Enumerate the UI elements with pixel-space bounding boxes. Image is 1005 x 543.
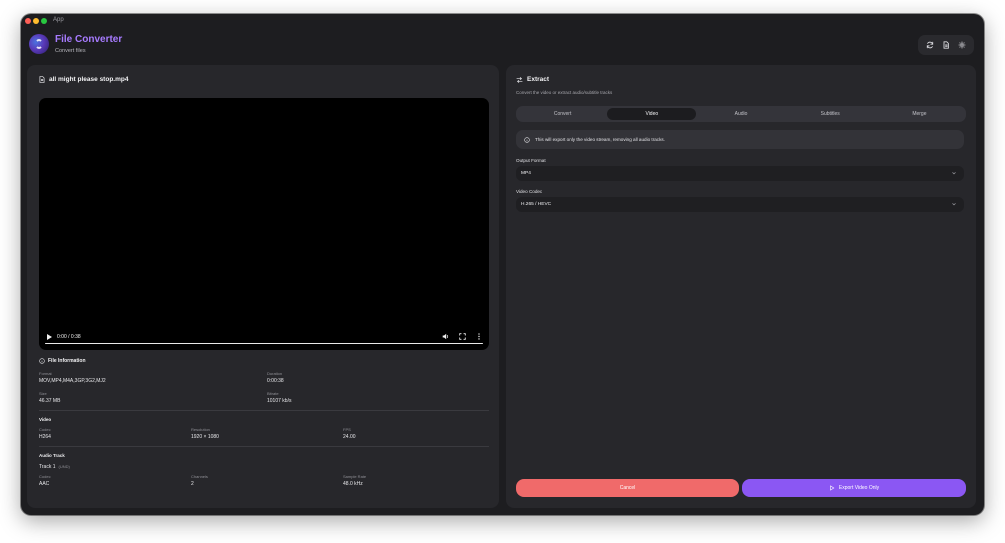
tab-merge[interactable]: Merge: [875, 108, 964, 120]
output-format-select[interactable]: MP4: [516, 166, 964, 181]
chevron-down-icon: [952, 172, 956, 175]
app-window: App File Converter Convert files all mig…: [21, 14, 984, 515]
tab-subtitles[interactable]: Subtitles: [786, 108, 875, 120]
tab-convert[interactable]: Convert: [518, 108, 607, 120]
audio-codec-info: Codec AAC: [39, 474, 51, 487]
tab-video[interactable]: Video: [607, 108, 697, 120]
divider: [39, 410, 489, 411]
video-section-heading: Video: [39, 417, 52, 422]
video-codec-select[interactable]: H.265 / HEVC: [516, 197, 964, 212]
info-bitrate: Bitrate 10107 kb/s: [267, 391, 292, 404]
maximize-window-button[interactable]: [41, 18, 47, 24]
output-format-label: Output Format: [516, 158, 546, 163]
tab-audio[interactable]: Audio: [696, 108, 785, 120]
file-icon: [39, 76, 45, 83]
info-duration: Duration 0:00:38: [267, 371, 284, 384]
swap-icon: [516, 76, 523, 83]
export-video-label: Export Video Only: [838, 485, 880, 491]
divider: [39, 446, 489, 447]
file-name: all might please stop.mp4: [49, 76, 129, 83]
file-information-heading: File Information: [39, 358, 86, 364]
gear-icon[interactable]: [956, 39, 968, 51]
info-format: Format MOV,MP4,M4A,3GP,3G2,MJ2: [39, 371, 106, 384]
document-icon[interactable]: [940, 39, 952, 51]
video-codec-info: Codec H264: [39, 427, 51, 440]
extract-panel: Extract Convert the video or extract aud…: [506, 65, 976, 508]
seek-bar[interactable]: [45, 342, 483, 344]
video-codec-label: Video Codec: [516, 189, 543, 194]
info-notice: This will export only the video stream, …: [516, 130, 964, 149]
volume-icon[interactable]: [442, 333, 449, 340]
file-title: all might please stop.mp4: [39, 76, 128, 83]
close-window-button[interactable]: [25, 18, 31, 24]
info-size: Size 46.37 MB: [39, 391, 61, 404]
info-icon: [39, 358, 45, 364]
video-time: 0:00 / 0:38: [57, 334, 81, 340]
audio-sample-rate-info: Sample Rate 48.0 kHz: [343, 474, 367, 487]
cancel-button[interactable]: Cancel: [516, 479, 739, 497]
app-header: File Converter Convert files: [21, 30, 984, 70]
play-outline-icon: [830, 485, 835, 491]
refresh-icon[interactable]: [924, 39, 936, 51]
app-subtitle: Convert files: [55, 48, 86, 54]
notice-text: This will export only the video stream, …: [535, 137, 665, 142]
audio-track-heading: Audio Track: [39, 453, 65, 458]
header-actions: [918, 35, 974, 55]
minimize-window-button[interactable]: [33, 18, 39, 24]
video-fps-info: FPS 24.00: [343, 427, 356, 440]
video-player[interactable]: 0:00 / 0:38: [39, 98, 489, 350]
extract-heading: Extract: [516, 76, 549, 83]
audio-channels-info: Channels 2: [191, 474, 208, 487]
video-codec-value: H.265 / HEVC: [521, 202, 552, 207]
output-format-value: MP4: [521, 171, 531, 176]
extract-tabs: Convert Video Audio Subtitles Merge: [516, 106, 966, 122]
more-options-icon[interactable]: [477, 333, 481, 340]
chevron-down-icon: [952, 203, 956, 206]
app-logo-icon: [29, 34, 49, 54]
title-bar: App: [21, 14, 984, 26]
play-icon[interactable]: [47, 334, 52, 340]
extract-subtitle: Convert the video or extract audio/subti…: [516, 90, 613, 95]
export-video-button[interactable]: Export Video Only: [742, 479, 966, 497]
video-resolution-info: Resolution 1920 × 1080: [191, 427, 219, 440]
fullscreen-icon[interactable]: [459, 333, 466, 340]
audio-track-label: Track 1 (UND): [39, 464, 70, 470]
app-name: File Converter: [55, 34, 123, 45]
window-title: App: [53, 17, 64, 23]
info-icon: [524, 136, 530, 143]
file-panel: all might please stop.mp4 0:00 / 0:38 Fi…: [27, 65, 499, 508]
